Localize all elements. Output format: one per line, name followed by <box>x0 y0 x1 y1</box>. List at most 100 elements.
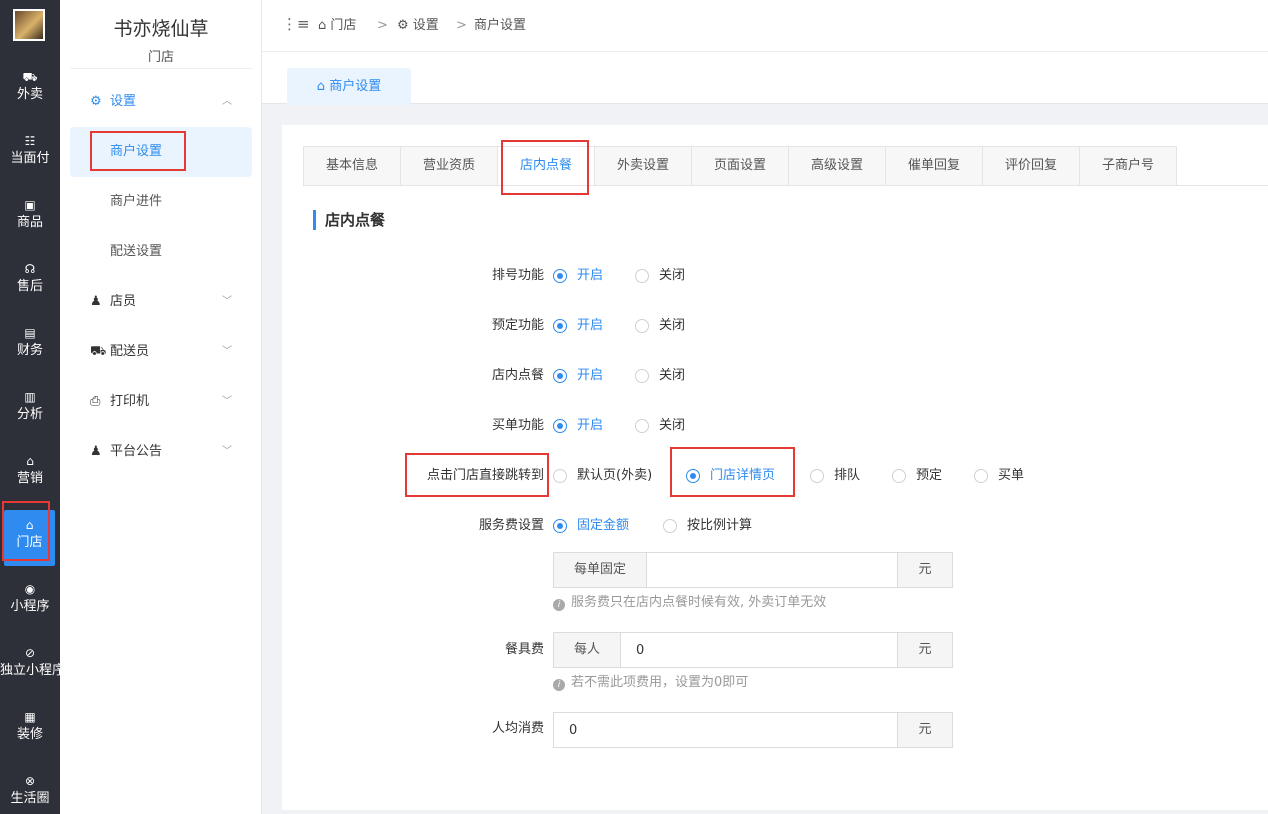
tableware-input-group: 每人 元 <box>553 632 953 668</box>
info-icon: i <box>553 679 565 691</box>
radio-jump-queue[interactable]: 排队 <box>810 466 860 486</box>
radio-queue-on[interactable]: 开启 <box>553 266 603 286</box>
label-pay-bill: 买单功能 <box>491 418 544 433</box>
users-icon: ♟ <box>90 294 102 309</box>
list-icon: ☷ <box>24 134 36 148</box>
wechat-icon: ◉ <box>24 582 36 596</box>
main-rail: ⛟ 外卖 ☷ 当面付 ▣ 商品 ☊ 售后 ▤ 财务 ▥ 分析 ⌂ 营销 ⌂ 门店… <box>0 0 60 814</box>
collapse-menu-icon[interactable]: ⋮≡ <box>282 15 310 33</box>
submenu-merchant-onboarding[interactable]: 商户进件 <box>70 177 252 227</box>
label-reservation: 预定功能 <box>491 318 544 333</box>
tab-urge-reply[interactable]: 催单回复 <box>886 147 983 185</box>
radio-reservation-off[interactable]: 关闭 <box>635 316 685 336</box>
menu-printer[interactable]: ⎙ 打印机 ﹀ <box>70 384 252 420</box>
chevron-down-icon: ﹀ <box>222 346 232 357</box>
rail-item-analysis[interactable]: ▥ 分析 <box>0 382 60 438</box>
rail-item-independent-mini-program[interactable]: ⊘ 独立小程序 <box>0 638 60 694</box>
scooter-icon: ⛟ <box>22 70 38 84</box>
menu-clerk[interactable]: ♟ 店员 ﹀ <box>70 284 252 320</box>
store-sidebar: 书亦烧仙草 门店 ⚙ 设置 ︿ 商户设置 商户进件 配送设置 ♟ 店员 ﹀ ⛟ … <box>60 0 262 814</box>
label-queue: 排号功能 <box>491 268 544 283</box>
avg-spend-input-group: 元 <box>553 712 953 748</box>
tab-page-settings[interactable]: 页面设置 <box>692 147 789 185</box>
chevron-down-icon: ﹀ <box>222 446 232 457</box>
radio-dine-in-on[interactable]: 开启 <box>553 366 603 386</box>
breadcrumb-settings[interactable]: ⚙ 设置 <box>397 0 439 52</box>
radio-jump-default[interactable]: 默认页(外卖) <box>553 466 652 486</box>
radio-pay-bill-on[interactable]: 开启 <box>553 416 603 436</box>
radio-jump-reserve[interactable]: 预定 <box>892 466 942 486</box>
store-icon: ⌂ <box>316 79 326 94</box>
rail-item-finance[interactable]: ▤ 财务 <box>0 318 60 374</box>
tab-sub-merchant[interactable]: 子商户号 <box>1080 147 1177 185</box>
printer-icon: ⎙ <box>90 394 101 409</box>
avg-spend-unit: 元 <box>897 713 952 747</box>
gear-icon: ⚙ <box>90 94 102 109</box>
settings-card: 基本信息 营业资质 店内点餐 外卖设置 页面设置 高级设置 催单回复 评价回复 … <box>282 125 1268 810</box>
tab-advanced-settings[interactable]: 高级设置 <box>789 147 886 185</box>
radio-jump-pay-bill[interactable]: 买单 <box>974 466 1024 486</box>
breadcrumb-store[interactable]: ⌂ 门店 <box>318 0 356 52</box>
top-header: ⋮≡ ⌂ 门店 > ⚙ 设置 > 商户设置 <box>262 0 1268 52</box>
sidebar-divider <box>70 68 252 69</box>
gear-icon: ⚙ <box>397 18 409 33</box>
menu-platform-notice[interactable]: ♟ 平台公告 ﹀ <box>70 434 252 470</box>
radio-dine-in-off[interactable]: 关闭 <box>635 366 685 386</box>
service-fee-input-group: 每单固定 元 <box>553 552 953 588</box>
tab-review-reply[interactable]: 评价回复 <box>983 147 1080 185</box>
store-icon: ⌂ <box>318 18 327 33</box>
service-fee-prefix: 每单固定 <box>554 553 648 587</box>
avg-spend-input[interactable] <box>554 713 897 747</box>
rail-item-face-pay[interactable]: ☷ 当面付 <box>0 126 60 182</box>
service-fee-hint: i 服务费只在店内点餐时候有效, 外卖订单无效 <box>553 594 826 612</box>
tabs-divider <box>303 185 1268 186</box>
announcement-icon: ♟ <box>90 444 102 459</box>
highlight-box-merchant-settings <box>90 131 186 171</box>
menu-courier[interactable]: ⛟ 配送员 ﹀ <box>70 334 252 370</box>
radio-service-fee-ratio[interactable]: 按比例计算 <box>663 516 752 536</box>
radio-queue-off[interactable]: 关闭 <box>635 266 685 286</box>
store-subtitle: 门店 <box>147 50 174 65</box>
service-fee-input[interactable] <box>647 553 897 587</box>
ledger-icon: ▤ <box>24 326 36 340</box>
rail-item-mini-program[interactable]: ◉ 小程序 <box>0 574 60 630</box>
page-tab-bar: ⌂ 商户设置 <box>262 52 1268 105</box>
tab-basic-info[interactable]: 基本信息 <box>304 147 401 185</box>
label-service-fee: 服务费设置 <box>478 518 544 533</box>
rail-item-after-sale[interactable]: ☊ 售后 <box>0 254 60 310</box>
headset-icon: ☊ <box>24 262 36 276</box>
breadcrumb-merchant-settings: 商户设置 <box>474 18 527 33</box>
bag-icon: ▣ <box>24 198 36 212</box>
scooter-icon: ⛟ <box>90 344 107 359</box>
rail-item-marketing[interactable]: ⌂ 营销 <box>0 446 60 502</box>
rail-item-takeout[interactable]: ⛟ 外卖 <box>0 62 60 118</box>
tab-takeout-settings[interactable]: 外卖设置 <box>595 147 692 185</box>
decorate-icon: ▦ <box>24 710 36 724</box>
radio-service-fee-fixed[interactable]: 固定金额 <box>553 516 629 536</box>
rail-item-life-circle[interactable]: ⊗ 生活圈 <box>0 766 60 814</box>
settings-tabs: 基本信息 营业资质 店内点餐 外卖设置 页面设置 高级设置 催单回复 评价回复 … <box>303 146 1177 186</box>
info-icon: i <box>553 599 565 611</box>
submenu-delivery-settings[interactable]: 配送设置 <box>70 227 252 277</box>
service-fee-unit: 元 <box>897 553 952 587</box>
label-avg-spend: 人均消费 <box>491 721 544 736</box>
label-tableware-fee: 餐具费 <box>504 642 544 657</box>
tab-business-license[interactable]: 营业资质 <box>401 147 498 185</box>
page-tab-merchant-settings[interactable]: ⌂ 商户设置 <box>287 68 411 105</box>
tableware-unit: 元 <box>897 633 952 667</box>
bar-chart-icon: ▥ <box>24 390 36 404</box>
tableware-fee-input[interactable] <box>621 633 897 667</box>
highlight-box-dine-in-tab <box>501 140 589 195</box>
highlight-box-store-detail <box>670 447 795 497</box>
chevron-up-icon: ︿ <box>222 96 232 107</box>
radio-reservation-on[interactable]: 开启 <box>553 316 603 336</box>
app-logo[interactable] <box>13 9 45 41</box>
rail-item-goods[interactable]: ▣ 商品 <box>0 190 60 246</box>
rail-item-decorate[interactable]: ▦ 装修 <box>0 702 60 758</box>
chevron-down-icon: ﹀ <box>222 296 232 307</box>
highlight-box-jump-label <box>405 453 549 497</box>
store-name: 书亦烧仙草 <box>113 18 209 40</box>
menu-settings[interactable]: ⚙ 设置 ︿ <box>70 84 252 120</box>
label-dine-in: 店内点餐 <box>491 368 544 383</box>
radio-pay-bill-off[interactable]: 关闭 <box>635 416 685 436</box>
